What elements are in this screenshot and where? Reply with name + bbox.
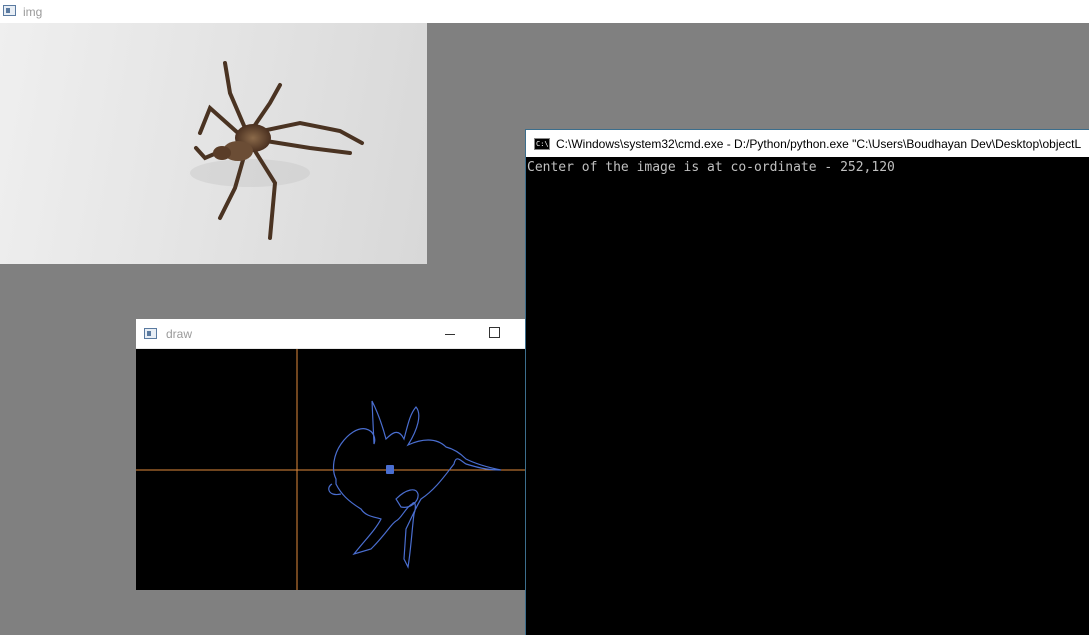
center-marker (386, 465, 394, 474)
cmd-window-titlebar[interactable]: C:\ C:\Windows\system32\cmd.exe - D:/Pyt… (526, 129, 1089, 157)
cmd-window[interactable]: C:\ C:\Windows\system32\cmd.exe - D:/Pyt… (525, 129, 1089, 635)
app-window-icon (144, 328, 157, 339)
img-window-titlebar[interactable]: img (0, 0, 1089, 23)
cmd-app-icon: C:\ (534, 138, 550, 150)
spider-photo (190, 61, 364, 240)
console-output-line: Center of the image is at co-ordinate - … (527, 160, 895, 175)
minimize-icon[interactable] (441, 324, 461, 342)
draw-window-titlebar[interactable]: draw (136, 319, 525, 349)
img-window-title: img (23, 5, 43, 19)
draw-window-title: draw (166, 327, 193, 341)
spider-contour (328, 400, 502, 569)
app-window-icon (3, 5, 16, 16)
maximize-icon[interactable] (486, 324, 506, 342)
cmd-window-title: C:\Windows\system32\cmd.exe - D:/Python/… (556, 137, 1082, 151)
contour-drawing (136, 349, 525, 590)
spider-image (0, 23, 427, 264)
draw-canvas (136, 349, 525, 590)
